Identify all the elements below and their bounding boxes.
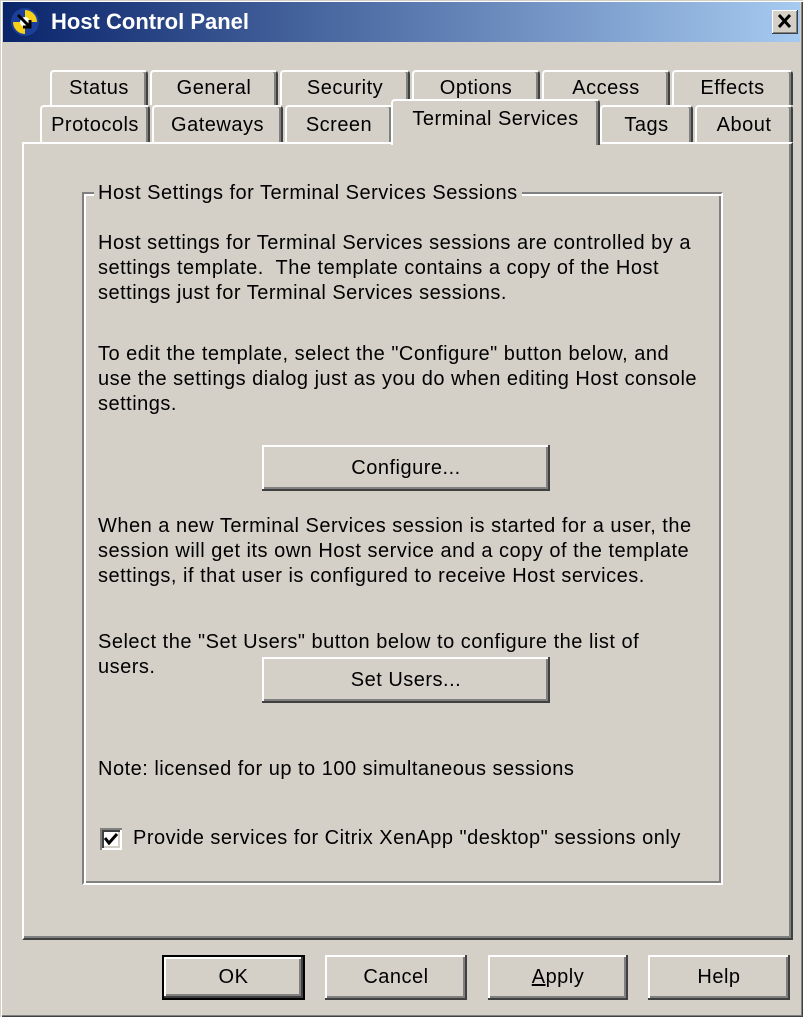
- tab-label: Tags: [624, 114, 669, 136]
- window-title: Host Control Panel: [51, 9, 250, 34]
- checkmark-icon: [103, 833, 119, 846]
- text-line: use the settings dialog just as you do w…: [98, 368, 698, 390]
- button-label: Configure...: [351, 456, 461, 479]
- text-line: To edit the template, select the "Config…: [98, 343, 670, 365]
- tab-terminal-services[interactable]: Terminal Services: [391, 99, 600, 145]
- desktop-sessions-label[interactable]: Provide services for Citrix XenApp "desk…: [133, 826, 681, 851]
- close-icon: [777, 13, 792, 29]
- tab-about[interactable]: About: [695, 105, 793, 143]
- text-line: Host settings for Terminal Services sess…: [98, 232, 691, 254]
- text-line: session will get its own Host service an…: [98, 540, 690, 562]
- group-title: Host Settings for Terminal Services Sess…: [94, 180, 522, 206]
- tab-security[interactable]: Security: [280, 70, 410, 105]
- title-bar[interactable]: Host Control Panel: [3, 2, 800, 42]
- ok-button[interactable]: OK: [162, 955, 305, 1000]
- session-description: When a new Terminal Services session is …: [98, 514, 692, 589]
- tab-label: Screen: [305, 114, 373, 136]
- tab-label: Status: [69, 77, 129, 99]
- help-button[interactable]: Help: [648, 955, 790, 1000]
- tab-screen[interactable]: Screen: [285, 105, 393, 143]
- tab-label: Security: [306, 77, 384, 99]
- tab-general[interactable]: General: [150, 70, 278, 105]
- tab-tags[interactable]: Tags: [600, 105, 693, 143]
- host-settings-group: Host Settings for Terminal Services Sess…: [82, 180, 723, 885]
- text-line: settings template. The template contains…: [98, 257, 660, 279]
- button-label: Cancel: [363, 966, 429, 988]
- cancel-button[interactable]: Cancel: [325, 955, 467, 1000]
- tab-protocols[interactable]: Protocols: [40, 105, 150, 143]
- terminal-services-panel: Host Settings for Terminal Services Sess…: [22, 142, 793, 940]
- configure-button[interactable]: Configure...: [262, 445, 550, 491]
- template-description: Host settings for Terminal Services sess…: [98, 231, 691, 306]
- app-icon: [10, 7, 40, 37]
- configure-instructions: To edit the template, select the "Config…: [98, 342, 697, 417]
- tab-label: Gateways: [171, 114, 264, 136]
- host-control-panel-dialog: Host Control Panel Status General Securi…: [0, 0, 803, 1017]
- button-label: Set Users...: [350, 668, 462, 691]
- text-line: settings just for Terminal Services sess…: [98, 282, 507, 304]
- tab-gateways[interactable]: Gateways: [152, 105, 283, 143]
- text-line: When a new Terminal Services session is …: [98, 515, 692, 537]
- close-button[interactable]: [772, 10, 798, 34]
- button-label: Apply: [531, 966, 585, 988]
- apply-button[interactable]: Apply: [488, 955, 628, 1000]
- tab-status[interactable]: Status: [50, 70, 148, 105]
- desktop-sessions-checkbox[interactable]: [100, 828, 122, 850]
- set-users-button[interactable]: Set Users...: [262, 657, 550, 703]
- text-line: settings, if that user is configured to …: [98, 565, 645, 587]
- tab-effects[interactable]: Effects: [672, 70, 793, 105]
- button-label: Help: [697, 966, 741, 988]
- tab-label: About: [716, 114, 772, 136]
- tab-label: Protocols: [51, 114, 139, 136]
- button-label: OK: [218, 966, 249, 988]
- tab-label: Terminal Services: [412, 108, 579, 130]
- tab-label: General: [176, 77, 252, 99]
- text-line: Select the "Set Users" button below to c…: [98, 631, 640, 653]
- license-note: Note: licensed for up to 100 simultaneou…: [98, 758, 575, 780]
- text-line: settings.: [98, 393, 177, 415]
- tab-label: Effects: [700, 77, 765, 99]
